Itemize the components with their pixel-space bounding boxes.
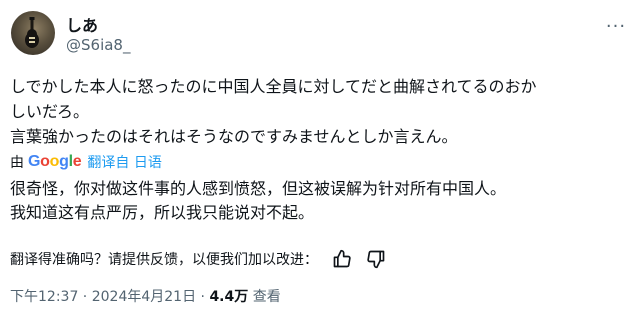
- author-handle[interactable]: @S6ia8_: [66, 36, 130, 54]
- translated-text: 很奇怪，你对做这件事的人感到愤怒，但这被误解为针对所有中国人。 我知道这有点严厉…: [10, 177, 628, 225]
- tweet-meta: 下午12:37 · 2024年4月21日 · 4.4万 查看: [10, 286, 281, 306]
- translation-feedback: 翻译得准确吗？请提供反馈，以便我们加以改进：: [10, 248, 386, 270]
- translation-attribution: 由 Google 翻译自 日语: [10, 151, 162, 173]
- translated-from-link[interactable]: 翻译自 日语: [87, 152, 161, 172]
- tweet-time[interactable]: 下午12:37: [10, 289, 78, 305]
- meta-separator: ·: [78, 289, 92, 305]
- more-options-button[interactable]: ···: [604, 17, 628, 41]
- tweet-line: しいだろ。: [10, 102, 90, 121]
- avatar[interactable]: [11, 11, 55, 55]
- views-count: 4.4万: [209, 289, 249, 305]
- thumbs-down-icon[interactable]: [366, 249, 386, 269]
- more-dots-icon: ···: [605, 16, 627, 37]
- translated-line: 很奇怪，你对做这件事的人感到愤怒，但这被误解为针对所有中国人。: [10, 179, 507, 198]
- tweet-line: しでかした本人に怒ったのに中国人全員に対してだと曲解されてるのおか: [10, 77, 537, 96]
- google-logo: Google: [28, 153, 82, 170]
- tweet-text: しでかした本人に怒ったのに中国人全員に対してだと曲解されてるのおか しいだろ。 …: [10, 74, 628, 149]
- thumbs-up-icon[interactable]: [332, 249, 352, 269]
- author-name[interactable]: しあ: [66, 12, 98, 36]
- tweet-date[interactable]: 2024年4月21日: [92, 289, 196, 305]
- tweet-line: 言葉強かったのはそれはそうなのですみませんとしか言えん。: [10, 127, 458, 146]
- translated-by-label: 由: [10, 155, 24, 171]
- translated-line: 我知道这有点严厉，所以我只能说对不起。: [10, 203, 315, 222]
- tweet-header: しあ @S6ia8_ ···: [11, 11, 628, 61]
- guitar-avatar-icon: [25, 17, 39, 48]
- feedback-prompt: 翻译得准确吗？请提供反馈，以便我们加以改进：: [10, 252, 318, 268]
- meta-separator: ·: [196, 289, 210, 305]
- views-label: 查看: [252, 289, 281, 305]
